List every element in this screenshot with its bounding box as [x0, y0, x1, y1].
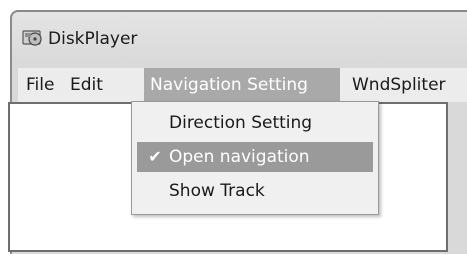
menu-item-direction-setting[interactable]: Direction Setting — [137, 108, 373, 138]
menu-navigation-setting[interactable]: Navigation Setting — [144, 68, 340, 102]
menu-item-label: Open navigation — [169, 147, 310, 167]
menu-file[interactable]: File — [20, 68, 60, 102]
window-title: DiskPlayer — [48, 29, 138, 49]
title-bar[interactable]: DiskPlayer — [12, 12, 467, 66]
menu-item-show-track[interactable]: Show Track — [137, 176, 373, 206]
menu-wndspliter[interactable]: WndSpliter — [346, 68, 452, 102]
menu-item-label: Direction Setting — [169, 113, 313, 133]
checkmark-icon: ✔ — [148, 147, 162, 166]
menu-item-open-navigation[interactable]: ✔ Open navigation — [137, 142, 373, 172]
menu-bar: File Edit Navigation Setting WndSpliter — [18, 68, 467, 102]
menu-edit[interactable]: Edit — [64, 68, 109, 102]
disk-player-icon — [22, 28, 44, 48]
navigation-setting-dropdown: Direction Setting ✔ Open navigation Show… — [131, 101, 379, 215]
menu-item-label: Show Track — [169, 181, 265, 201]
